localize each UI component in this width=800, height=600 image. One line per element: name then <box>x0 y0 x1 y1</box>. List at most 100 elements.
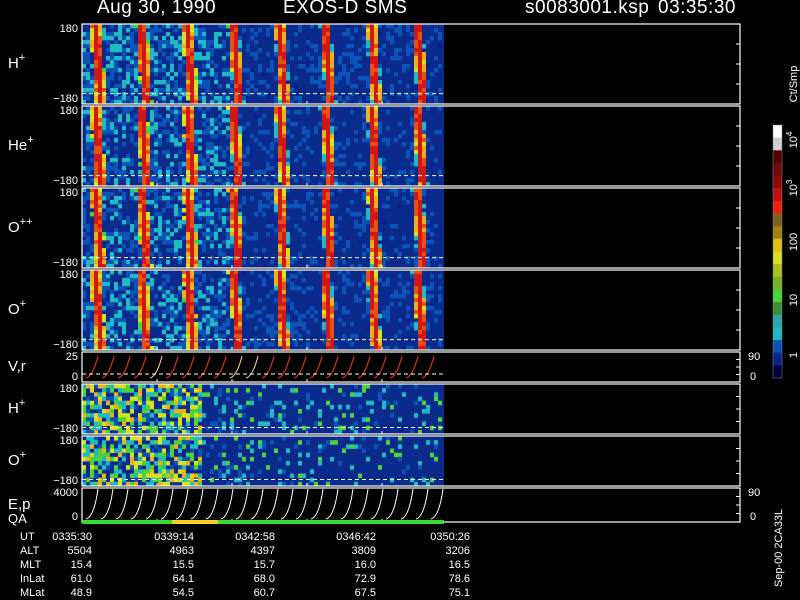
spectrogram-cell <box>94 322 98 327</box>
spectrogram-cell <box>206 84 210 89</box>
spectrogram-cell <box>374 306 378 311</box>
spectrogram-cell <box>114 40 118 45</box>
spectrogram-cell <box>110 64 114 69</box>
spectrogram-cell <box>418 80 422 85</box>
spectrogram-cell <box>126 68 130 73</box>
spectrogram-cell <box>158 88 162 93</box>
spectrogram-cell <box>366 118 370 123</box>
spectrogram-cell <box>142 278 146 283</box>
spectrogram-cell <box>370 310 374 315</box>
spectrogram-cell <box>234 322 238 327</box>
spectrogram-cell <box>298 417 302 422</box>
spectrogram-cell <box>186 118 190 123</box>
spectrogram-cell <box>198 192 202 197</box>
spectrogram-cell <box>110 388 114 393</box>
ephemeris-value: 0346:42 <box>336 531 376 543</box>
spectrogram-cell <box>238 60 242 65</box>
spectrogram-cell <box>282 96 286 101</box>
spectrogram-cell <box>126 64 130 69</box>
spectrogram-cell <box>414 192 418 197</box>
spectrogram-cell <box>150 158 154 163</box>
spectrogram-cell <box>326 84 330 89</box>
spectrogram-cell <box>382 158 386 163</box>
spectrogram-cell <box>378 68 382 73</box>
spectrogram-cell <box>370 244 374 249</box>
spectrogram-cell <box>218 342 222 347</box>
spectrogram-cell <box>102 252 106 257</box>
spectrogram-cell <box>138 330 142 335</box>
spectrogram-cell <box>114 154 118 159</box>
spectrogram-cell <box>282 162 286 167</box>
spectrogram-cell <box>106 236 110 241</box>
spectrogram-cell <box>182 436 186 441</box>
spectrogram-cell <box>214 170 218 175</box>
spectrogram-cell <box>370 196 374 201</box>
spectrogram-cell <box>158 302 162 307</box>
spectrogram-cell <box>218 170 222 175</box>
spectrogram-cell <box>334 192 338 197</box>
spectrogram-cell <box>142 302 146 307</box>
spectrogram-cell <box>174 409 178 414</box>
spectrogram-cell <box>170 384 174 389</box>
spectrogram-cell <box>266 28 270 33</box>
spectrogram-cell <box>358 56 362 61</box>
spectrogram-cell <box>390 448 394 454</box>
spectrogram-cell <box>370 188 374 193</box>
spectrogram-cell <box>90 278 94 283</box>
spectrogram-cell <box>90 188 94 193</box>
spectrogram-cell <box>414 248 418 253</box>
spectrogram-cell <box>330 44 334 49</box>
spectrogram-cell <box>118 76 122 81</box>
spectrogram-cell <box>98 44 102 49</box>
spectrogram-cell <box>238 228 242 233</box>
spectrogram-cell <box>170 64 174 69</box>
spectrogram-cell <box>90 114 94 119</box>
spectrogram-cell <box>106 326 110 331</box>
species-label: He+ <box>8 134 34 154</box>
spectrogram-cell <box>86 192 90 197</box>
spectrogram-cell <box>230 72 234 77</box>
spectrogram-cell <box>114 310 118 315</box>
spectrogram-cell <box>374 228 378 233</box>
spectrogram-cell <box>106 32 110 37</box>
spectrogram-cell <box>214 146 218 151</box>
spectrogram-cell <box>282 138 286 143</box>
spectrogram-cell <box>118 200 122 205</box>
spectrogram-cell <box>282 436 286 441</box>
spectrogram-cell <box>418 40 422 45</box>
spectrogram-cell <box>122 52 126 57</box>
spectrogram-cell <box>182 24 186 29</box>
spectrogram-cell <box>142 334 146 339</box>
spectrogram-cell <box>198 409 202 414</box>
spectrogram-cell <box>326 204 330 209</box>
spectrogram-cell <box>382 228 386 233</box>
spectrogram-cell <box>142 134 146 139</box>
spectrogram-cell <box>134 244 138 249</box>
spectrogram-cell <box>130 192 134 197</box>
spectrogram-cell <box>322 72 326 77</box>
spectrogram-cell <box>190 396 194 402</box>
spectrogram-cell <box>214 232 218 237</box>
spectrogram-cell <box>218 334 222 339</box>
spectrogram-cell <box>146 302 150 307</box>
spectrogram-cell <box>178 240 182 245</box>
spectrogram-cell <box>422 92 426 97</box>
spectrogram-cell <box>122 56 126 61</box>
spectrogram-cell <box>202 178 206 183</box>
spectrogram-cell <box>414 60 418 65</box>
spectrogram-cell <box>370 282 374 287</box>
spectrogram-cell <box>194 84 198 89</box>
spectrogram-cell <box>322 162 326 167</box>
spectrogram-cell <box>146 84 150 89</box>
spectrogram-cell <box>282 28 286 33</box>
spectrogram-cell <box>174 228 178 233</box>
spectrogram-cell <box>98 122 102 127</box>
spectrogram-cell <box>278 294 282 299</box>
spectrogram-cell <box>182 106 186 111</box>
spectrogram-cell <box>98 322 102 327</box>
spectrogram-cell <box>146 174 150 179</box>
spectrogram-cell <box>226 118 230 123</box>
spectrogram-cell <box>242 28 246 33</box>
spectrogram-cell <box>90 342 94 347</box>
spectrogram-cell <box>182 342 186 347</box>
